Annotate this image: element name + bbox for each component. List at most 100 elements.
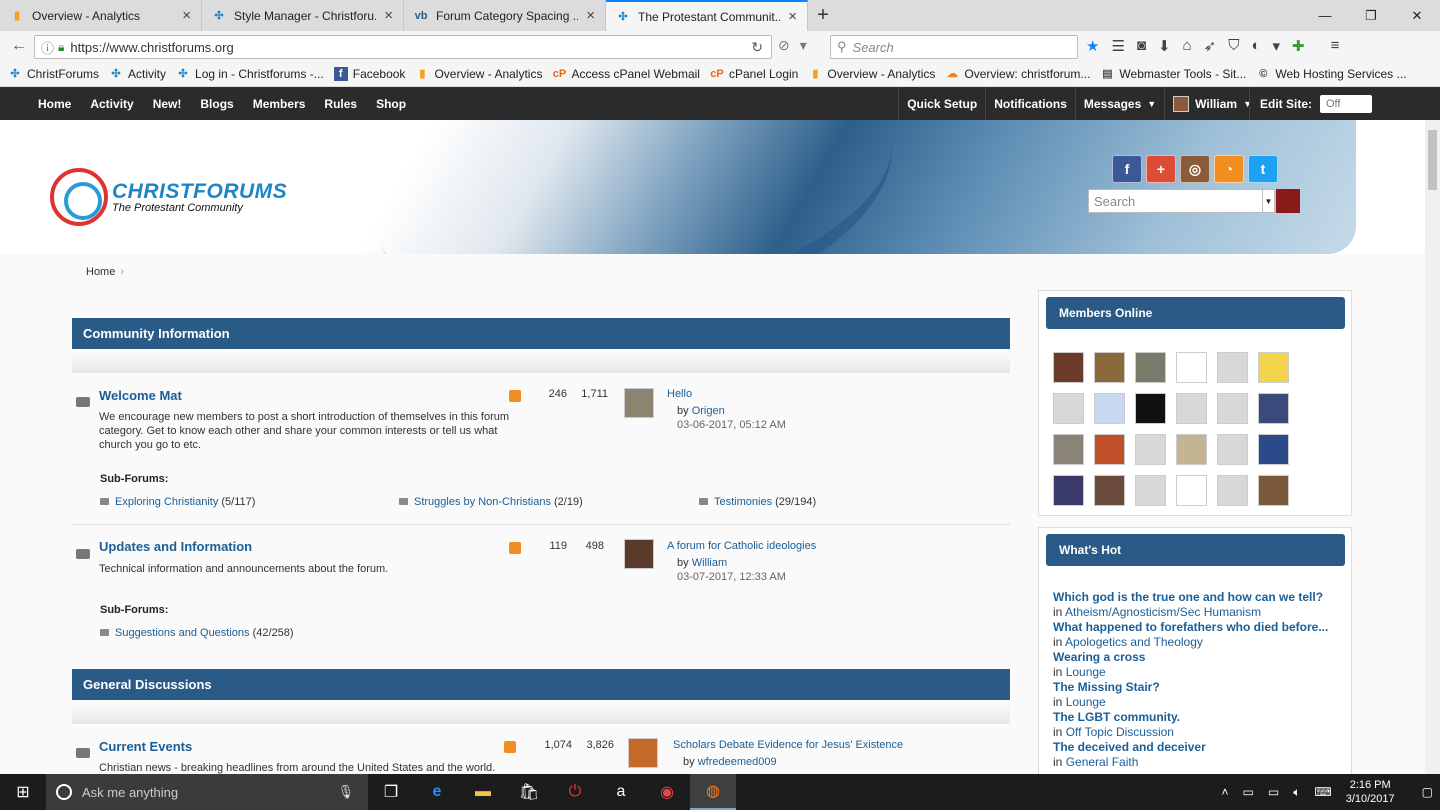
member-avatar[interactable] xyxy=(1053,393,1084,424)
member-avatar[interactable] xyxy=(1217,393,1248,424)
member-avatar[interactable] xyxy=(1258,393,1289,424)
member-avatar[interactable] xyxy=(1053,475,1084,506)
network-icon[interactable]: ▭ xyxy=(1268,785,1279,799)
dropdown-icon[interactable]: ▾ xyxy=(1273,37,1281,55)
last-post-title[interactable]: A forum for Catholic ideologies xyxy=(667,540,816,552)
browser-tab[interactable]: vb Forum Category Spacing ... × xyxy=(404,0,606,31)
microphone-icon[interactable]: 🎙︎ xyxy=(337,784,354,800)
home-icon[interactable]: ⌂ xyxy=(1183,37,1192,55)
volume-icon[interactable]: 🔈︎ xyxy=(1293,785,1300,800)
member-avatar[interactable] xyxy=(1135,393,1166,424)
nav-shop[interactable]: Shop xyxy=(376,97,406,111)
forum-title[interactable]: Welcome Mat xyxy=(99,388,182,403)
file-explorer-icon[interactable]: ▬ xyxy=(460,774,506,810)
close-window-icon[interactable]: ✕ xyxy=(1394,0,1440,31)
messages-menu[interactable]: Messages ▼ xyxy=(1074,87,1164,120)
nav-blogs[interactable]: Blogs xyxy=(200,97,233,111)
browser-tab[interactable]: ▮ Overview - Analytics × xyxy=(0,0,202,31)
chrome-icon[interactable]: ◉ xyxy=(644,774,690,810)
back-icon[interactable]: ← xyxy=(4,37,34,55)
subforum-item[interactable]: Suggestions and Questions (42/258) xyxy=(100,627,294,639)
edge-icon[interactable]: e xyxy=(414,774,460,810)
clock[interactable]: 2:16 PM 3/10/2017 xyxy=(1346,778,1395,806)
hot-topic-title[interactable]: The LGBT community. xyxy=(1053,710,1180,724)
forum-title[interactable]: Updates and Information xyxy=(99,539,252,554)
subforum-item[interactable]: Struggles by Non-Christians (2/19) xyxy=(399,496,583,508)
hot-topic-title[interactable]: The deceived and deceiver xyxy=(1053,740,1206,754)
last-post-user[interactable]: wfredeemed009 xyxy=(698,756,777,768)
hot-forum-link[interactable]: General Faith xyxy=(1066,755,1139,769)
member-avatar[interactable] xyxy=(1176,352,1207,383)
page-scrollbar[interactable] xyxy=(1425,120,1440,774)
shield-icon[interactable]: ⛉ xyxy=(1228,37,1239,55)
user-menu[interactable]: William ▼ xyxy=(1164,87,1260,120)
last-post-title[interactable]: Scholars Debate Evidence for Jesus' Exis… xyxy=(673,739,903,751)
twitter-icon[interactable]: t xyxy=(1248,155,1278,183)
member-avatar[interactable] xyxy=(1176,475,1207,506)
nav-activity[interactable]: Activity xyxy=(90,97,133,111)
close-tab-icon[interactable]: × xyxy=(586,7,595,24)
scrollbar-thumb[interactable] xyxy=(1428,130,1437,190)
search-button[interactable] xyxy=(1276,189,1300,213)
hot-forum-link[interactable]: Off Topic Discussion xyxy=(1066,725,1174,739)
avatar[interactable] xyxy=(628,738,658,768)
breadcrumb-home[interactable]: Home xyxy=(86,266,115,278)
member-avatar[interactable] xyxy=(1094,393,1125,424)
close-tab-icon[interactable]: × xyxy=(182,7,191,24)
browser-tab[interactable]: ✣ Style Manager - Christforu... × xyxy=(202,0,404,31)
bookmark-item[interactable]: ✣ Log in - Christforums -... xyxy=(176,67,323,81)
member-avatar[interactable] xyxy=(1258,475,1289,506)
last-post-user[interactable]: Origen xyxy=(692,405,725,417)
firefox-icon[interactable]: ◍ xyxy=(690,774,736,810)
bookmark-item[interactable]: ▮ Overview - Analytics xyxy=(808,67,935,81)
last-post-title[interactable]: Hello xyxy=(667,388,692,400)
category-header[interactable]: Community Information xyxy=(72,318,1010,349)
bookmark-item[interactable]: cP cPanel Login xyxy=(710,67,798,81)
rss-icon[interactable] xyxy=(509,542,521,554)
bookmark-item[interactable]: cP Access cPanel Webmail xyxy=(552,67,700,81)
hot-topic-title[interactable]: What happened to forefathers who died be… xyxy=(1053,620,1328,634)
bookmark-item[interactable]: f Facebook xyxy=(333,67,405,81)
member-avatar[interactable] xyxy=(1176,393,1207,424)
member-avatar[interactable] xyxy=(1258,352,1289,383)
chevron-up-icon[interactable]: ˄ xyxy=(1221,785,1228,799)
rss-icon[interactable]: ◔ xyxy=(1214,155,1244,183)
member-avatar[interactable] xyxy=(1135,434,1166,465)
nav-new[interactable]: New! xyxy=(153,97,182,111)
task-view-icon[interactable]: ❐ xyxy=(368,774,414,810)
hot-topic-title[interactable]: Wearing a cross xyxy=(1053,650,1145,664)
member-avatar[interactable] xyxy=(1135,475,1166,506)
windows-start-icon[interactable]: ⊞ xyxy=(0,774,46,810)
bookmark-item[interactable]: ✣ ChristForums xyxy=(8,67,99,81)
member-avatar[interactable] xyxy=(1176,434,1207,465)
member-avatar[interactable] xyxy=(1053,352,1084,383)
edit-site-toggle[interactable]: Off xyxy=(1320,94,1372,113)
rss-icon[interactable] xyxy=(504,741,516,753)
close-tab-icon[interactable]: × xyxy=(788,8,797,25)
restore-icon[interactable]: ❐ xyxy=(1348,0,1394,31)
hot-topic-title[interactable]: Which god is the true one and how can we… xyxy=(1053,590,1323,604)
url-bar[interactable]: ⓘ 🔒︎ https://www.christforums.org ↻ xyxy=(34,35,772,59)
member-avatar[interactable] xyxy=(1217,434,1248,465)
download-icon[interactable]: ⬇ xyxy=(1158,37,1171,55)
dropdown-icon[interactable]: ▾ xyxy=(800,37,807,54)
puzzle-icon[interactable]: ✚ xyxy=(1292,37,1305,55)
member-avatar[interactable] xyxy=(1258,434,1289,465)
nav-rules[interactable]: Rules xyxy=(324,97,357,111)
member-avatar[interactable] xyxy=(1094,434,1125,465)
bookmark-item[interactable]: ▤ Webmaster Tools - Sit... xyxy=(1100,67,1246,81)
new-tab-button[interactable]: + xyxy=(808,0,838,31)
member-avatar[interactable] xyxy=(1094,475,1125,506)
member-avatar[interactable] xyxy=(1053,434,1084,465)
extension-icon[interactable]: ◐ xyxy=(1251,37,1260,55)
bookmark-item[interactable]: ✣ Activity xyxy=(109,67,166,81)
avatar[interactable] xyxy=(624,388,654,418)
bookmark-star-icon[interactable]: ★ xyxy=(1086,37,1099,55)
subforum-item[interactable]: Testimonies (29/194) xyxy=(699,496,816,508)
last-post-user[interactable]: William xyxy=(692,557,727,569)
member-avatar[interactable] xyxy=(1217,475,1248,506)
instagram-icon[interactable]: ◎ xyxy=(1180,155,1210,183)
reader-list-icon[interactable]: ☰ xyxy=(1111,37,1124,55)
chevron-down-icon[interactable]: ▼ xyxy=(1263,189,1275,213)
hot-forum-link[interactable]: Apologetics and Theology xyxy=(1065,635,1203,649)
